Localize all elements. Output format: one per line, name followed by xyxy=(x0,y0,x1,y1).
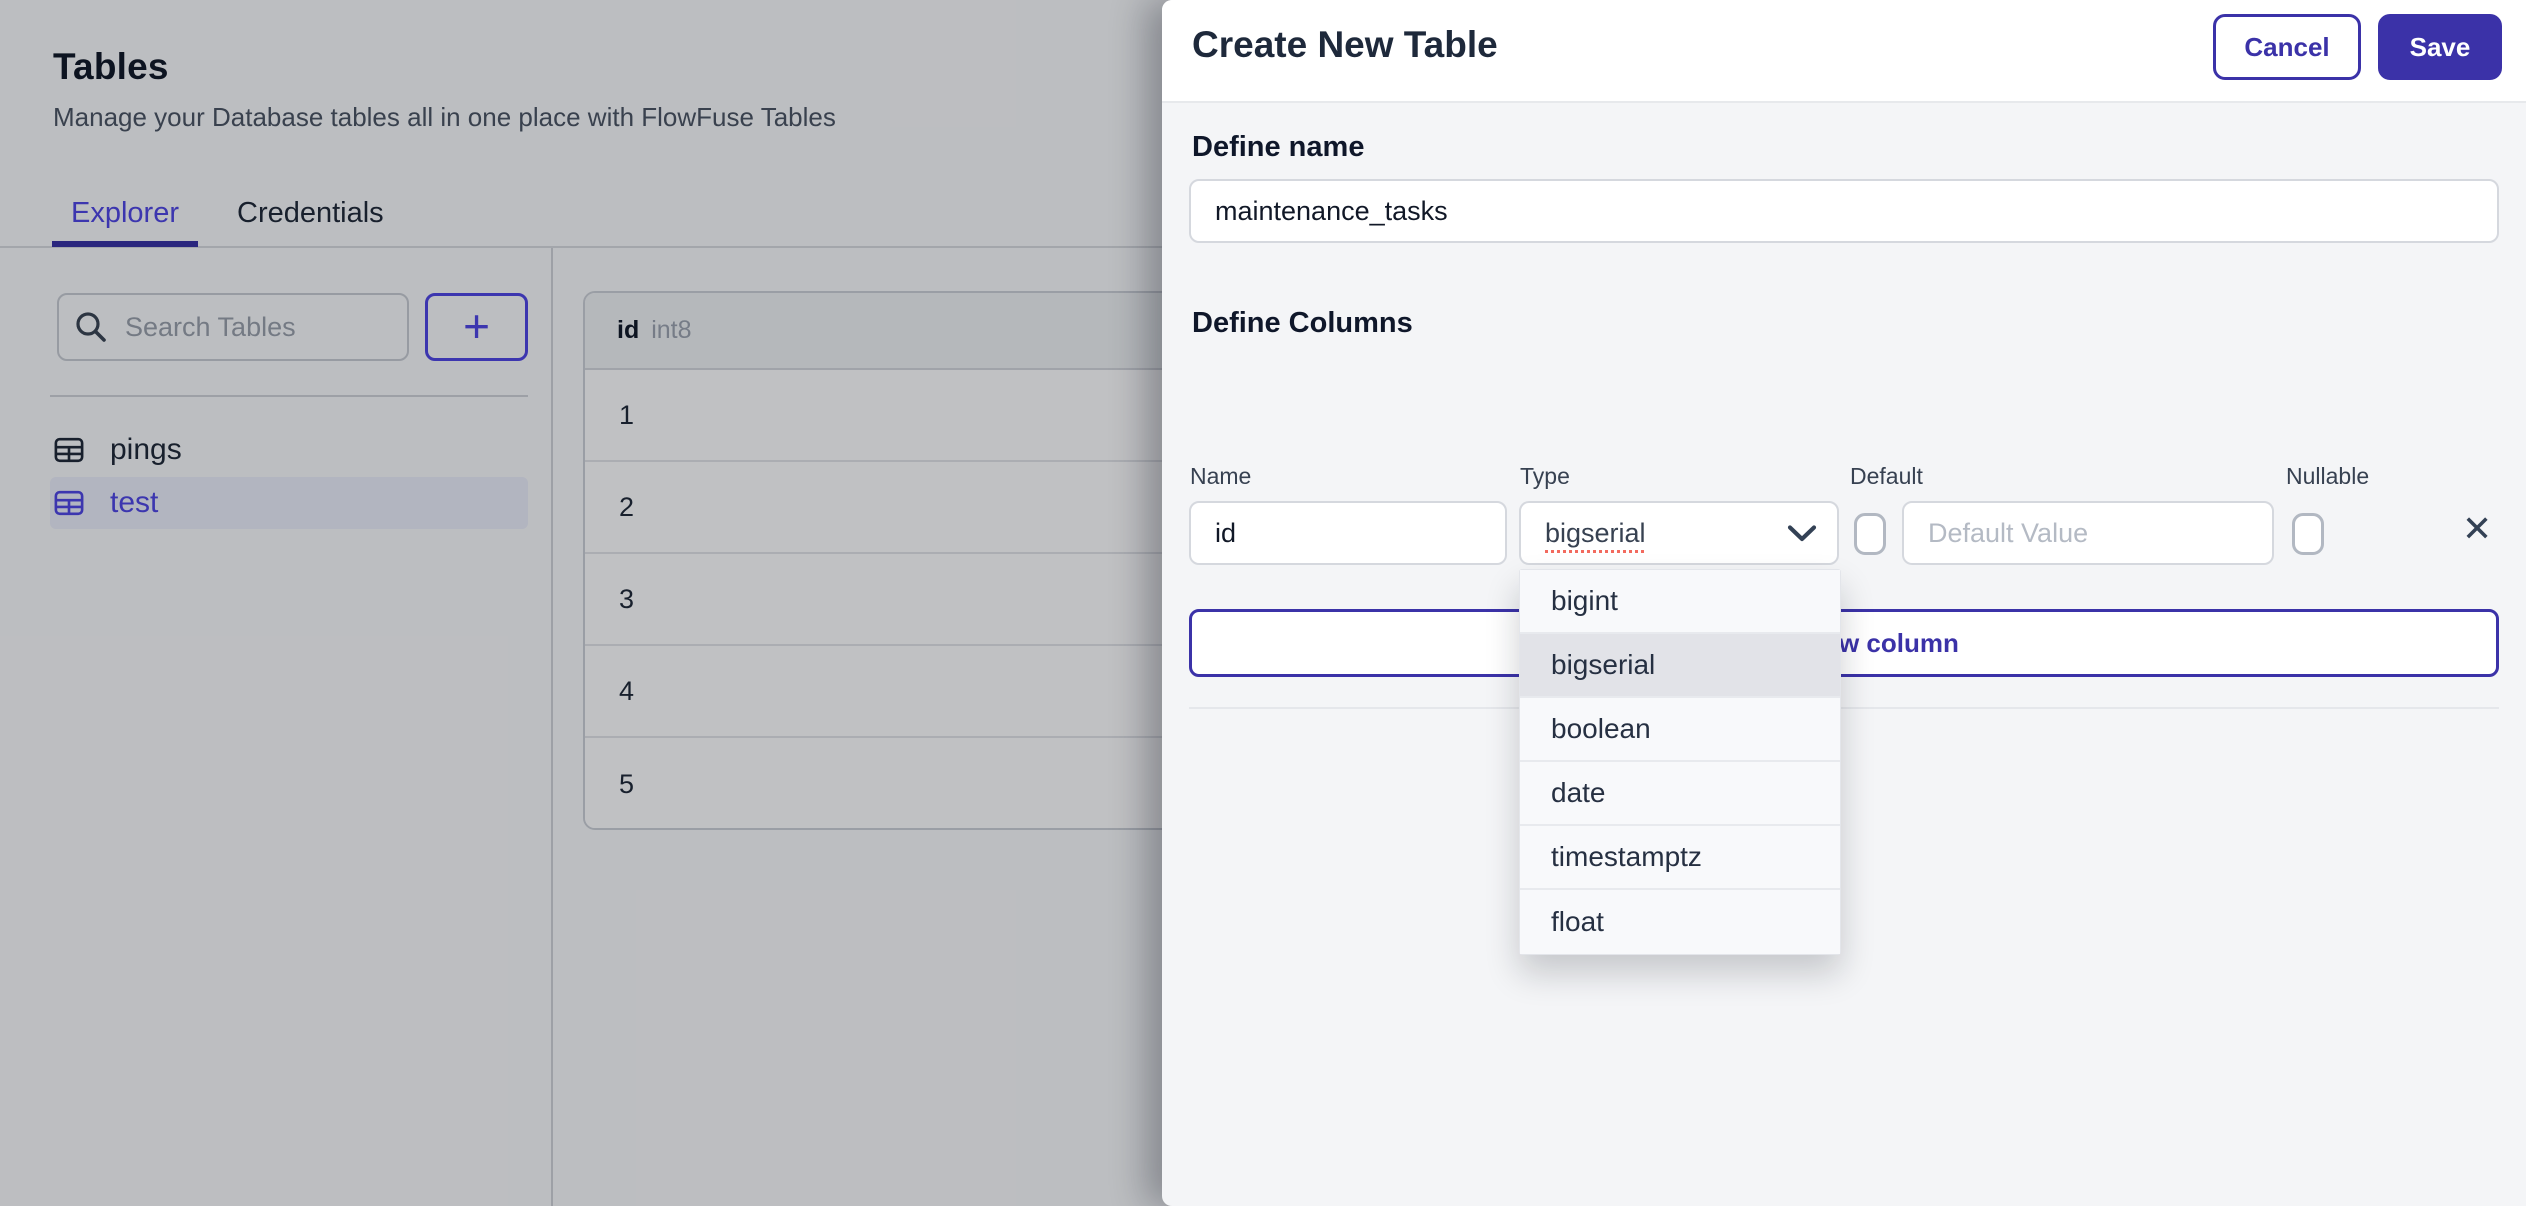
column-type-value: bigserial xyxy=(1545,517,1646,548)
save-button[interactable]: Save xyxy=(2378,14,2502,80)
dropdown-option-float[interactable]: float xyxy=(1520,890,1840,954)
dropdown-option-boolean[interactable]: boolean xyxy=(1520,698,1840,762)
dropdown-option-timestamptz[interactable]: timestamptz xyxy=(1520,826,1840,890)
remove-column-icon[interactable]: ✕ xyxy=(2462,511,2492,547)
default-value-input[interactable] xyxy=(1902,501,2274,565)
column-name-input[interactable] xyxy=(1189,501,1507,565)
drawer-header: Create New Table Cancel Save xyxy=(1162,0,2526,103)
field-label-name: Name xyxy=(1190,463,1252,489)
define-columns-label: Define Columns xyxy=(1192,307,1413,339)
define-name-label: Define name xyxy=(1192,131,1365,163)
column-type-select[interactable]: bigserial xyxy=(1519,501,1839,565)
add-column-button[interactable]: Add a new column xyxy=(1189,609,2499,677)
field-label-nullable: Nullable xyxy=(2286,463,2370,489)
dropdown-option-bigserial[interactable]: bigserial xyxy=(1520,634,1840,698)
create-table-drawer: Create New Table Cancel Save Define name… xyxy=(1162,0,2526,1206)
field-label-type: Type xyxy=(1520,463,1570,489)
dropdown-option-date[interactable]: date xyxy=(1520,762,1840,826)
chevron-down-icon xyxy=(1787,524,1817,541)
cancel-button[interactable]: Cancel xyxy=(2213,14,2361,80)
type-dropdown-menu: bigint bigserial boolean date timestampt… xyxy=(1519,569,1841,955)
default-checkbox[interactable] xyxy=(1854,513,1886,555)
field-label-default: Default xyxy=(1850,463,1923,489)
dropdown-option-bigint[interactable]: bigint xyxy=(1520,570,1840,634)
app-root: Tables Manage your Database tables all i… xyxy=(0,0,2526,1206)
nullable-checkbox[interactable] xyxy=(2292,513,2324,555)
section-divider xyxy=(1189,707,2499,709)
drawer-title: Create New Table xyxy=(1192,24,1498,65)
table-name-input[interactable] xyxy=(1189,179,2499,243)
